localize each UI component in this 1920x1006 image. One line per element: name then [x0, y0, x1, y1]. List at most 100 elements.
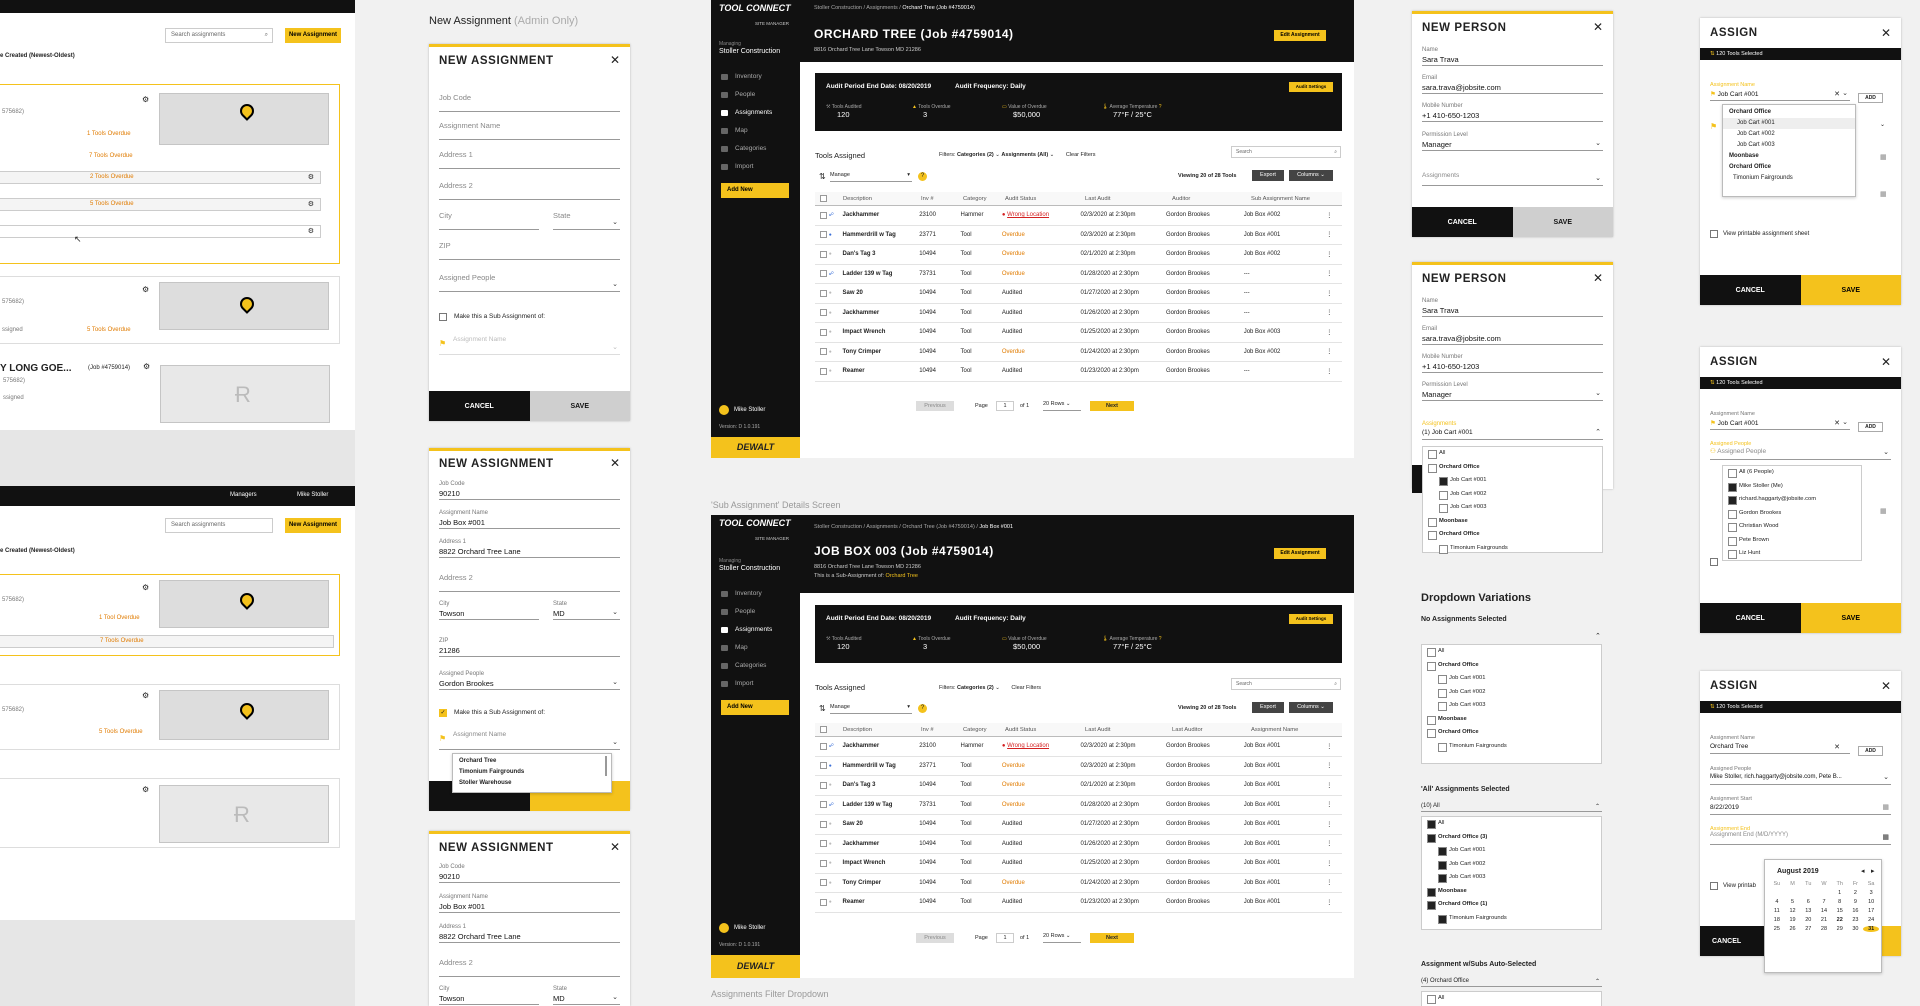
more-icon[interactable]: ⋮ — [1326, 232, 1332, 238]
option-checkbox[interactable]: Job Cart #002 — [1422, 858, 1601, 872]
assignments-filter[interactable]: Assignments (All) — [1001, 152, 1048, 158]
row-checkbox[interactable] — [820, 879, 827, 887]
calendar-day[interactable]: 17 — [1863, 908, 1879, 914]
calendar-day[interactable]: 5 — [1785, 899, 1801, 905]
more-icon[interactable]: ⋮ — [1326, 861, 1332, 867]
sub-assignment-dropdown[interactable]: Orchard Tree Timonium Fairgrounds Stolle… — [452, 753, 612, 793]
more-icon[interactable]: ⋮ — [1326, 880, 1332, 886]
more-icon[interactable]: ⋮ — [1326, 291, 1332, 297]
previous-button[interactable]: Previous — [916, 401, 954, 411]
row-checkbox[interactable] — [820, 250, 827, 258]
option-checkbox[interactable]: richard.haggarty@jobsite.com — [1723, 493, 1861, 507]
chevron-up-icon[interactable]: ⌃ — [1595, 632, 1601, 640]
org-switcher[interactable]: Stoller Construction — [719, 565, 780, 572]
state-select[interactable]: State MD ⌄ — [553, 601, 620, 620]
assignments-select[interactable]: Assignments ⌄ — [1422, 172, 1603, 186]
assignment-dropdown[interactable]: Orchard Office Job Cart #001 Job Cart #0… — [1722, 104, 1856, 197]
rows-select[interactable]: 20 Rows ⌄ — [1043, 933, 1081, 943]
assigned-people-select[interactable]: Assigned People ⚇ Assigned People ⌄ — [1710, 441, 1891, 460]
table-row[interactable]: ☍ Ladder 139 w Tag 73731 Tool Overdue 01/28/2… — [815, 796, 1342, 815]
row-checkbox[interactable] — [820, 801, 827, 809]
new-assignment-button[interactable]: New Assignment — [285, 28, 341, 43]
assignment-name-field[interactable]: Assignment Name ⚑ Job Cart #001 ✕ ⌄ — [1710, 82, 1850, 101]
option-checkbox[interactable]: All (6 People) — [1723, 466, 1861, 480]
assignment-name-field[interactable]: Assignment Name Job Box #001 — [439, 894, 620, 913]
columns-button[interactable]: Columns ⌄ — [1289, 702, 1333, 713]
more-icon[interactable]: ⋮ — [1326, 841, 1332, 847]
assignments-select[interactable]: Assignments (1) Job Cart #001 ⌃ — [1422, 421, 1603, 440]
save-button[interactable]: SAVE — [529, 391, 630, 421]
new-assignment-button[interactable]: New Assignment — [285, 518, 341, 533]
search-input[interactable]: Search assignments ⌕ — [165, 28, 273, 43]
managers-link[interactable]: Managers — [230, 492, 257, 498]
select-all-checkbox[interactable] — [820, 726, 827, 733]
calendar-day[interactable]: 29 — [1832, 926, 1848, 932]
sidebar-item-import[interactable]: Import — [711, 675, 800, 693]
add-button[interactable]: ADD — [1858, 422, 1883, 432]
assignment-end-field[interactable]: Assignment End Assignment End (M/D/YYYY) ▦ — [1710, 826, 1891, 845]
gear-icon[interactable]: ⚙ — [308, 200, 314, 208]
city-field[interactable]: City — [439, 211, 539, 230]
calendar-day[interactable]: 18 — [1769, 917, 1785, 923]
dropdown-option[interactable]: Job Cart #001 — [1723, 118, 1855, 129]
breadcrumb[interactable]: Stoller Construction / Assignments / Orc… — [814, 524, 978, 530]
printable-checkbox[interactable] — [1710, 230, 1718, 238]
sort-dropdown[interactable]: e Created (Newest-Oldest) — [0, 548, 75, 554]
assigned-people-select[interactable]: Assigned People Gordon Brookes ⌄ — [439, 671, 620, 690]
people-dropdown[interactable]: All (6 People) Mike Stoller (Me) richard… — [1722, 465, 1862, 561]
edit-assignment-button[interactable]: Edit Assignment — [1274, 30, 1326, 41]
zip-field[interactable]: ZIP 21286 — [439, 638, 620, 657]
clear-icon[interactable]: ✕ — [1834, 90, 1840, 98]
export-button[interactable]: Export — [1252, 702, 1284, 713]
option-checkbox[interactable]: Orchard Office (3) — [1422, 831, 1601, 845]
next-button[interactable]: Next — [1090, 401, 1134, 411]
calendar-day[interactable]: 8 — [1832, 899, 1848, 905]
calendar-day[interactable]: 14 — [1816, 908, 1832, 914]
help-icon[interactable]: ? — [918, 172, 927, 181]
table-row[interactable]: ● Dan's Tag 3 10494 Tool Overdue 02/1/2020 at… — [815, 245, 1342, 265]
assignments-dropdown[interactable]: All Orchard Office Job Cart #001 Job Car… — [1421, 644, 1602, 764]
clear-filters-link[interactable]: Clear Filters — [1066, 152, 1096, 158]
sub-row[interactable]: 7 Tools Overdue — [0, 151, 321, 164]
sidebar-item-import[interactable]: Import — [711, 158, 800, 176]
avatar[interactable] — [719, 405, 729, 415]
calendar-day[interactable]: 24 — [1863, 917, 1879, 923]
option-checkbox[interactable]: Job Cart #002 — [1423, 488, 1602, 502]
more-icon[interactable]: ⋮ — [1326, 310, 1332, 316]
table-row[interactable]: ☍ Jackhammer 23100 Hammer ● Wrong Location 02… — [815, 737, 1342, 757]
calendar-day[interactable]: 21 — [1816, 917, 1832, 923]
table-row[interactable]: ● Dan's Tag 3 10494 Tool Overdue 02/1/2020 at… — [815, 776, 1342, 796]
assignment-start-field[interactable]: Assignment Start 8/22/2019 ▦ — [1710, 796, 1891, 815]
option-checkbox[interactable]: Job Cart #003 — [1423, 501, 1602, 515]
more-icon[interactable]: ⋮ — [1326, 349, 1332, 355]
calendar-day[interactable]: 19 — [1785, 917, 1801, 923]
state-select[interactable]: State MD ⌄ — [553, 986, 620, 1005]
row-checkbox[interactable] — [820, 328, 827, 336]
gear-icon[interactable]: ⚙ — [142, 95, 149, 104]
more-icon[interactable]: ⋮ — [1326, 783, 1332, 789]
option-checkbox[interactable]: Job Cart #001 — [1422, 844, 1601, 858]
table-row[interactable]: ● Impact Wrench 10494 Tool Audited 01/25/2020… — [815, 854, 1342, 874]
close-icon[interactable]: ✕ — [610, 456, 620, 470]
row-checkbox[interactable] — [820, 211, 827, 219]
close-icon[interactable]: ✕ — [610, 53, 620, 67]
more-icon[interactable]: ⋮ — [1326, 369, 1332, 375]
table-row[interactable]: ● Tony Crimper 10494 Tool Overdue 01/24/2020 … — [815, 874, 1342, 893]
sidebar-item-people[interactable]: People — [711, 86, 800, 104]
calendar-icon[interactable]: ▦ — [1880, 507, 1887, 515]
option-checkbox[interactable]: All — [1422, 645, 1601, 659]
save-button[interactable]: SAVE — [1800, 603, 1901, 633]
row-checkbox[interactable] — [820, 820, 827, 828]
save-button[interactable]: SAVE — [1800, 275, 1901, 305]
table-row[interactable]: ● Hammerdrill w Tag 23771 Tool Overdue 02/3/2… — [815, 226, 1342, 245]
add-button[interactable]: ADD — [1858, 93, 1883, 103]
option-checkbox[interactable]: Orchard Office (1) — [1422, 898, 1601, 912]
help-icon[interactable]: ? — [918, 704, 927, 713]
cancel-button[interactable]: CANCEL — [1700, 603, 1801, 633]
calendar-day[interactable]: 16 — [1848, 908, 1864, 914]
mobile-field[interactable]: Mobile Number +1 410-650-1203 — [1422, 103, 1603, 122]
add-button[interactable]: ADD — [1858, 746, 1883, 756]
printable-checkbox[interactable] — [1710, 882, 1718, 890]
sidebar-item-map[interactable]: Map — [711, 122, 800, 140]
dropdown-option[interactable]: Job Cart #002 — [1723, 129, 1855, 140]
